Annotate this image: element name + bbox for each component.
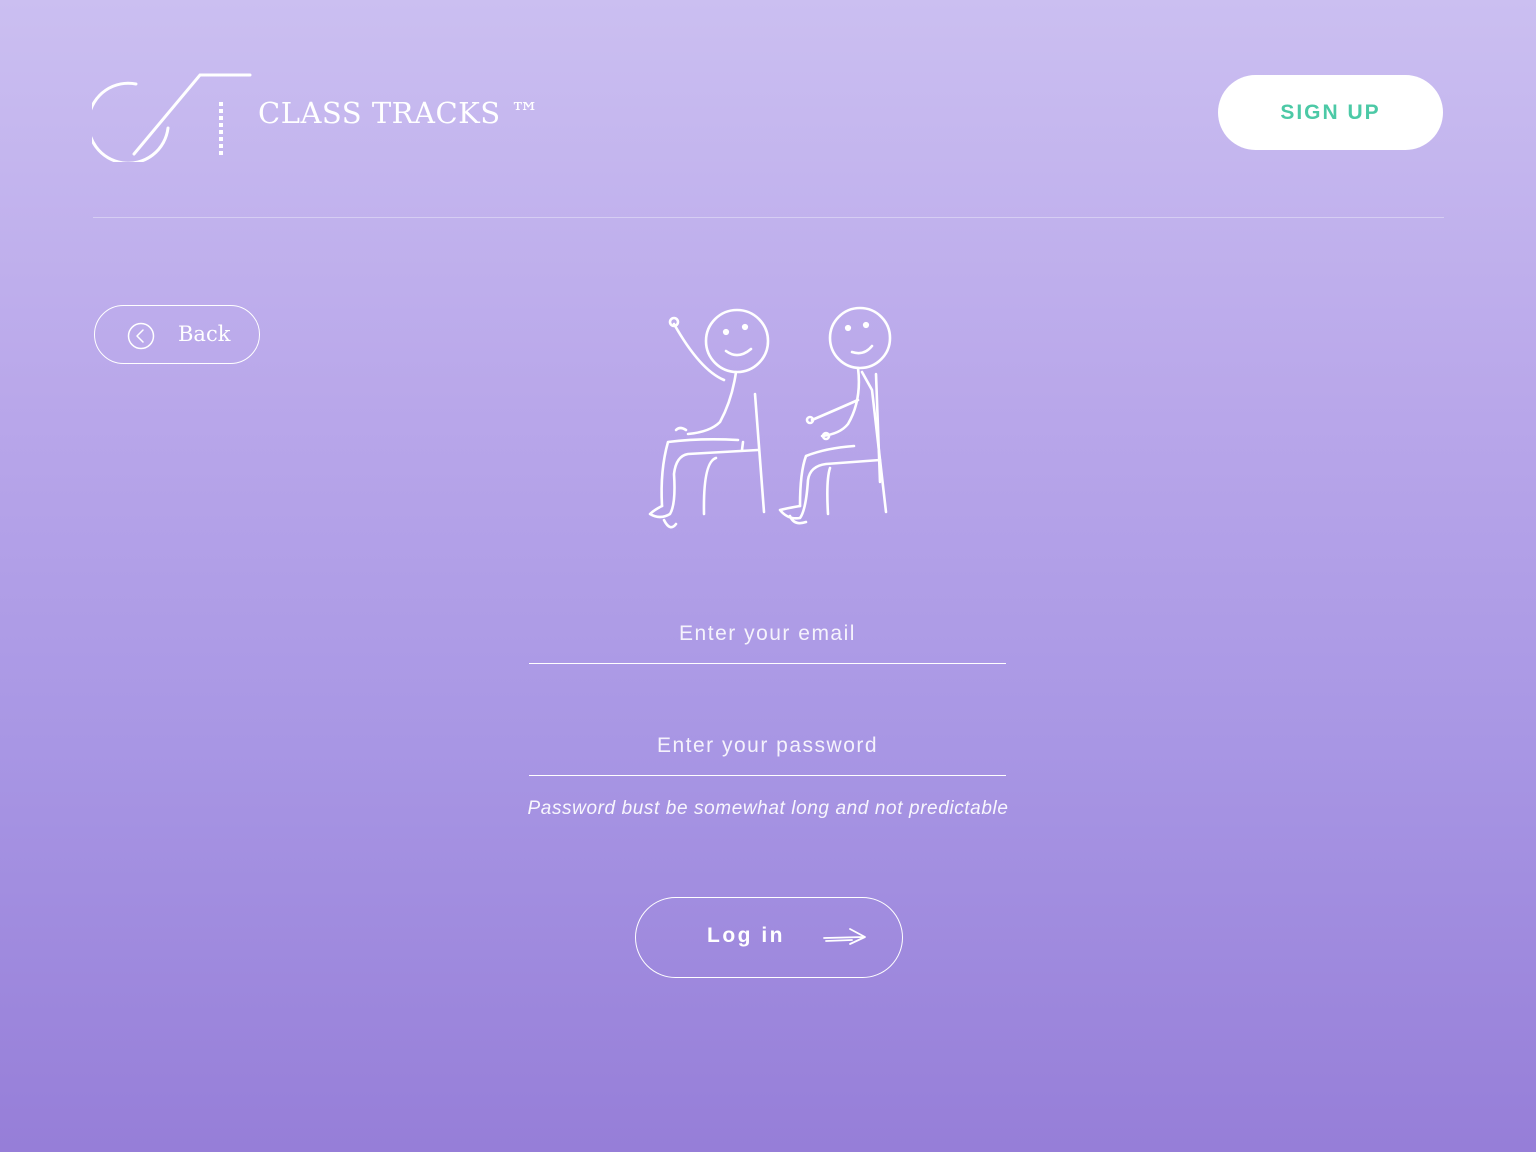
- student-sitting-figure: [778, 306, 892, 525]
- arrow-right-icon: [822, 926, 868, 948]
- students-sitting-illustration: [640, 300, 900, 540]
- password-hint: Password bust be somewhat long and not p…: [527, 798, 1009, 819]
- back-button[interactable]: Back: [94, 305, 260, 364]
- password-input[interactable]: [529, 716, 1006, 776]
- ct-logo-icon: [86, 73, 252, 165]
- class-tracks-logo[interactable]: [86, 72, 252, 165]
- signup-button[interactable]: SIGN UP: [1218, 75, 1443, 150]
- email-field-wrapper: [529, 604, 1006, 664]
- brand-name: CLASS TRACKS ™: [258, 96, 540, 130]
- student-raising-hand-figure: [648, 308, 770, 529]
- chevron-left-circle-icon: [127, 322, 155, 350]
- back-label: Back: [178, 322, 231, 346]
- header-divider: [93, 217, 1444, 218]
- login-label: Log in: [707, 924, 785, 947]
- login-button[interactable]: Log in: [635, 897, 903, 978]
- email-input[interactable]: [529, 604, 1006, 664]
- password-field-wrapper: [529, 716, 1006, 776]
- header: CLASS TRACKS ™ SIGN UP: [0, 0, 1536, 220]
